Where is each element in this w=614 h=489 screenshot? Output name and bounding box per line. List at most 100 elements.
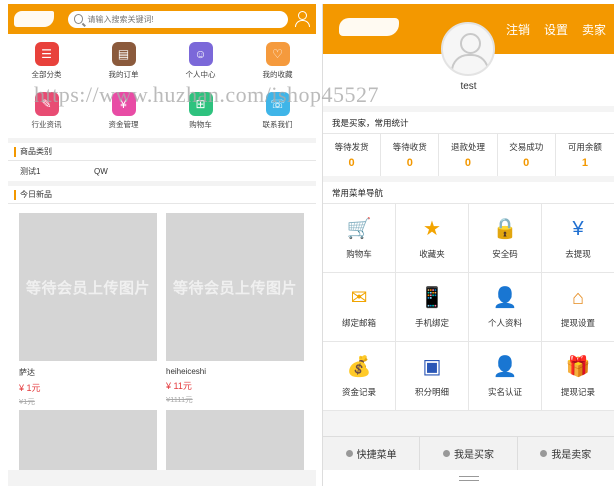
user-icon[interactable]	[294, 10, 310, 28]
menu-item[interactable]: ▣ 积分明细	[396, 342, 469, 411]
product-card[interactable]: 等待会员上传图片 heiheiceshi ¥ 11元 ¥1111元	[166, 213, 304, 410]
category-label: 个人中心	[185, 70, 216, 79]
product-image-placeholder[interactable]: 等待会员上传图片	[166, 213, 304, 361]
verify-icon: 👤	[492, 356, 518, 378]
stat-value: 1	[581, 157, 588, 169]
coins-icon: 💰	[346, 356, 372, 378]
stat-item[interactable]: 可用余额 1	[556, 134, 614, 176]
seller-link[interactable]: 卖家	[582, 21, 606, 38]
avatar[interactable]	[441, 22, 495, 76]
product-image-placeholder[interactable]	[166, 410, 304, 470]
menu-item[interactable]: 🔒 安全码	[469, 204, 542, 273]
menu-item[interactable]: ⌂ 提现设置	[542, 273, 614, 342]
menu-label: 去提现	[565, 249, 591, 259]
category-label: 全部分类	[31, 70, 62, 79]
scroll-handle[interactable]	[323, 470, 614, 486]
record-icon: 🎁	[565, 356, 591, 378]
menu-label: 积分明细	[414, 387, 449, 397]
shop-logo[interactable]	[339, 18, 399, 36]
logout-link[interactable]: 注销	[506, 21, 530, 38]
menu-item[interactable]: ★ 收藏夹	[396, 204, 469, 273]
bullet-icon	[442, 450, 450, 457]
username: test	[460, 81, 477, 92]
stat-label: 交易成功	[509, 142, 544, 152]
menu-label: 提现设置	[560, 318, 595, 328]
category-grid: ☰ 全部分类 ▤ 我的订单 ☺ 个人中心 ♡ 我的收藏 ✎ 行业资讯 ¥ 资金管理 ⊞ 购物车 ☏ 联系我们	[8, 34, 316, 138]
stat-item[interactable]: 交易成功 0	[498, 134, 556, 176]
menu-item[interactable]: 💰 资金记录	[323, 342, 396, 411]
stat-label: 等待收货	[392, 142, 427, 152]
category-item[interactable]: ▤ 我的订单	[85, 38, 162, 88]
tab-label: 我是买家	[453, 450, 494, 461]
stat-item[interactable]: 退款处理 0	[439, 134, 498, 176]
product-card[interactable]	[19, 410, 157, 470]
shop-logo[interactable]	[14, 11, 54, 27]
search-box[interactable]	[68, 10, 288, 28]
order-icon: ▤	[111, 42, 136, 66]
tab-quick-menu[interactable]: 快捷菜单	[323, 437, 421, 470]
product-image-placeholder[interactable]: 等待会员上传图片	[19, 213, 157, 361]
buyer-stats-section: 我是买家，常用统计 等待发货 0 等待收货 0 退款处理 0 交易成功 0 可用余额 1	[323, 112, 614, 176]
contact-icon: ☏	[265, 92, 290, 116]
stat-label: 可用余额	[567, 142, 602, 152]
menu-item[interactable]: 👤 个人资料	[469, 273, 542, 342]
stat-item[interactable]: 等待收货 0	[381, 134, 440, 176]
tab-buyer[interactable]: 我是买家	[420, 437, 518, 470]
category-label: 购物车	[189, 120, 212, 129]
menu-item[interactable]: 📱 手机绑定	[396, 273, 469, 342]
bullet-icon	[345, 450, 353, 457]
list-icon: ☰	[34, 42, 59, 66]
product-type-section: 商品类别 测试1 QW	[8, 143, 316, 181]
money-icon: ¥	[111, 92, 136, 116]
header-links: 注销 设置 卖家	[506, 21, 606, 38]
category-item[interactable]: ⊞ 购物车	[162, 88, 239, 138]
menu-item[interactable]: ✉ 绑定邮箱	[323, 273, 396, 342]
stat-value: 0	[406, 157, 413, 169]
menu-label: 购物车	[346, 249, 372, 259]
bullet-icon	[540, 450, 548, 457]
stat-item[interactable]: 等待发货 0	[323, 134, 382, 176]
menu-label: 安全码	[492, 249, 518, 259]
product-type-item[interactable]: QW	[94, 167, 168, 176]
yen-icon: ¥	[572, 218, 584, 240]
menu-item[interactable]: 🛒 购物车	[323, 204, 396, 273]
category-item[interactable]: ¥ 资金管理	[85, 88, 162, 138]
menu-item[interactable]: 👤 实名认证	[469, 342, 542, 411]
tab-seller[interactable]: 我是卖家	[518, 437, 614, 470]
grip-icon	[458, 475, 479, 481]
news-icon: ✎	[34, 92, 59, 116]
buyer-stats: 等待发货 0 等待收货 0 退款处理 0 交易成功 0 可用余额 1	[323, 134, 614, 176]
product-name: 萨达	[19, 368, 35, 377]
product-type-title: 商品类别	[8, 143, 316, 161]
category-item[interactable]: ♡ 我的收藏	[239, 38, 316, 88]
menu-label: 个人资料	[487, 318, 522, 328]
category-item[interactable]: ✎ 行业资讯	[8, 88, 85, 138]
settings-link[interactable]: 设置	[544, 21, 568, 38]
user-center-screen: 注销 设置 卖家 test 我是买家，常用统计 等待发货 0 等待收货 0 退款处理 0 交…	[322, 4, 614, 486]
menu-item[interactable]: 🎁 提现记录	[542, 342, 614, 411]
product-image-placeholder[interactable]	[19, 410, 157, 470]
points-icon: ▣	[422, 356, 442, 378]
product-old-price: ¥1元	[19, 397, 35, 406]
stat-label: 等待发货	[334, 142, 369, 152]
product-old-price: ¥1111元	[166, 395, 193, 404]
cart-icon: 🛒	[346, 218, 372, 240]
screenshot-root: ☰全部分类▤我的订单☺个人中心♡我的收藏✎行业资讯¥资金管理⊞购物车☏联系我们 …	[0, 0, 614, 489]
category-label: 行业资讯	[31, 120, 62, 129]
product-list: 等待会员上传图片 萨达 ¥ 1元 ¥1元 等待会员上传图片 heiheicesh…	[8, 204, 316, 470]
cart-icon: ⊞	[188, 92, 213, 116]
category-item[interactable]: ☰ 全部分类	[8, 38, 85, 88]
category-item[interactable]: ☺ 个人中心	[162, 38, 239, 88]
product-card[interactable]	[166, 410, 304, 470]
profile-icon: 👤	[492, 287, 518, 309]
menu-grid: 🛒 购物车 ★ 收藏夹 🔒 安全码 ¥ 去提现 ✉ 绑定邮箱 📱 手机绑定 👤 个人资料 ⌂ 提现设置 💰 资金记…	[323, 204, 614, 411]
product-card[interactable]: 等待会员上传图片 萨达 ¥ 1元 ¥1元	[19, 213, 157, 410]
category-label: 我的订单	[108, 70, 139, 79]
stat-value: 0	[348, 157, 355, 169]
search-input[interactable]	[87, 14, 282, 24]
menu-item[interactable]: ¥ 去提现	[542, 204, 614, 273]
menu-label: 资金记录	[341, 387, 376, 397]
category-item[interactable]: ☏ 联系我们	[239, 88, 316, 138]
product-type-item[interactable]: 测试1	[20, 166, 94, 177]
menu-label: 手机绑定	[414, 318, 449, 328]
